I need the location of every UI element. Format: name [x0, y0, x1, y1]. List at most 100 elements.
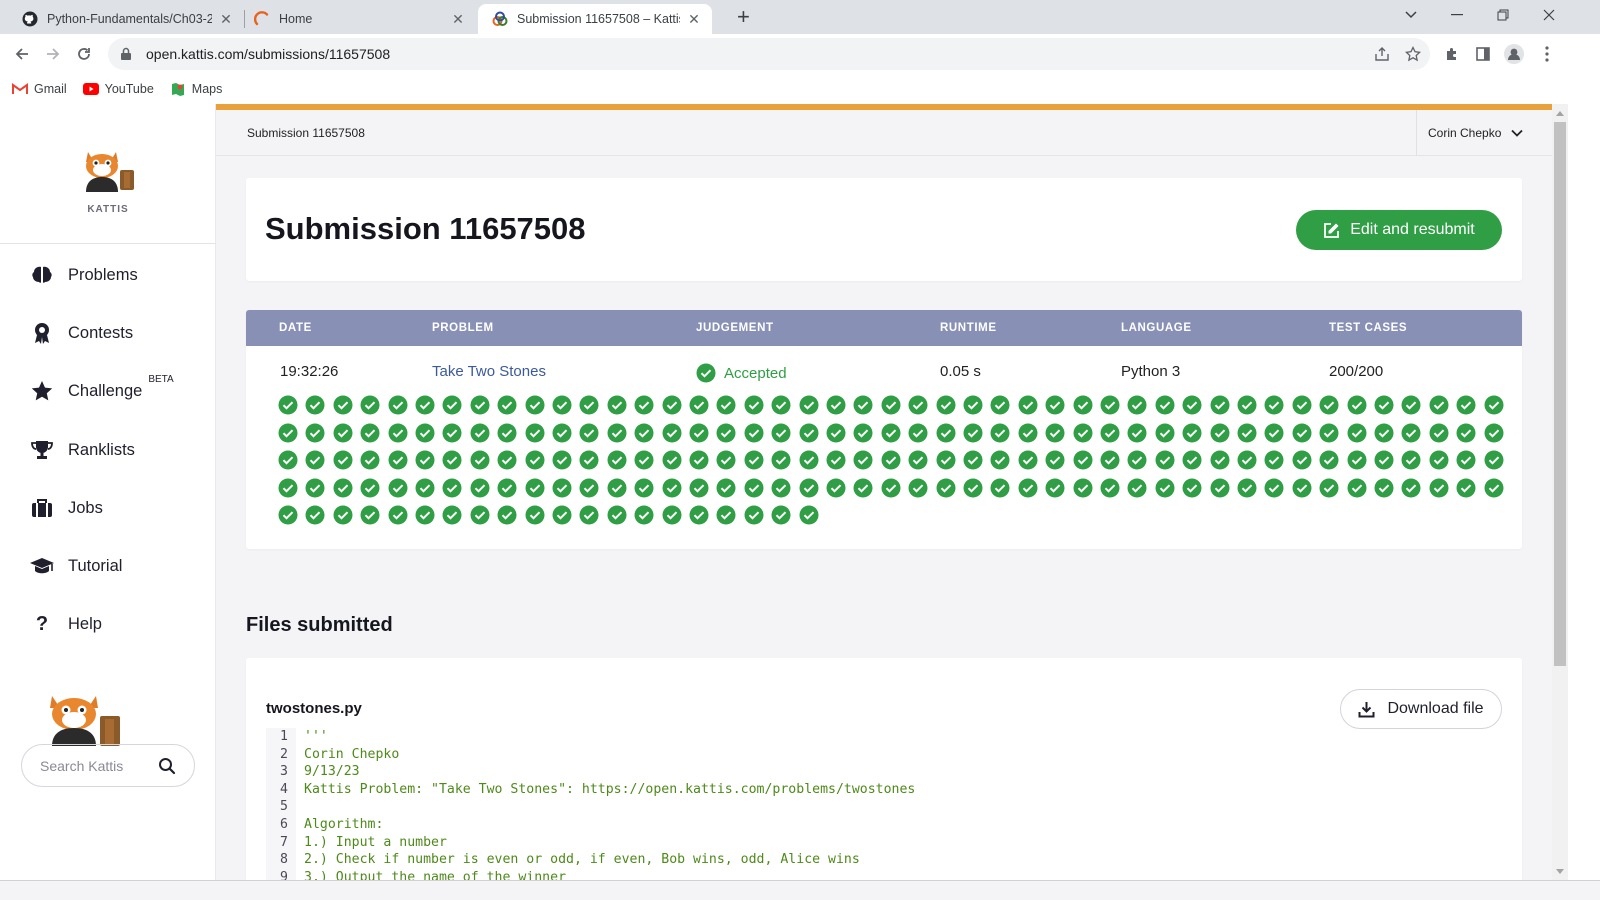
test-case-check-icon[interactable]: [963, 478, 983, 498]
test-case-check-icon[interactable]: [1210, 450, 1230, 470]
test-case-check-icon[interactable]: [442, 478, 462, 498]
test-case-check-icon[interactable]: [1429, 450, 1449, 470]
test-case-check-icon[interactable]: [360, 478, 380, 498]
test-case-check-icon[interactable]: [525, 395, 545, 415]
test-case-check-icon[interactable]: [689, 478, 709, 498]
nav-challenge[interactable]: Challenge BETA: [30, 374, 174, 406]
test-case-check-icon[interactable]: [1264, 395, 1284, 415]
search-input[interactable]: [40, 757, 150, 774]
test-case-check-icon[interactable]: [634, 478, 654, 498]
test-case-check-icon[interactable]: [1100, 395, 1120, 415]
test-case-check-icon[interactable]: [826, 395, 846, 415]
test-case-check-icon[interactable]: [1182, 450, 1202, 470]
test-case-check-icon[interactable]: [1401, 478, 1421, 498]
test-case-check-icon[interactable]: [415, 478, 435, 498]
test-case-check-icon[interactable]: [1484, 450, 1504, 470]
test-case-check-icon[interactable]: [771, 450, 791, 470]
test-case-check-icon[interactable]: [1210, 478, 1230, 498]
test-case-check-icon[interactable]: [1018, 450, 1038, 470]
test-case-check-icon[interactable]: [1127, 423, 1147, 443]
scrollbar-thumb[interactable]: [1554, 122, 1566, 666]
test-case-check-icon[interactable]: [1319, 395, 1339, 415]
test-case-check-icon[interactable]: [388, 478, 408, 498]
test-case-check-icon[interactable]: [963, 423, 983, 443]
close-icon[interactable]: ✕: [686, 11, 702, 27]
address-bar[interactable]: open.kattis.com/submissions/11657508: [108, 38, 1430, 70]
test-case-check-icon[interactable]: [1100, 423, 1120, 443]
test-case-check-icon[interactable]: [388, 450, 408, 470]
test-case-check-icon[interactable]: [908, 478, 928, 498]
test-case-check-icon[interactable]: [1456, 395, 1476, 415]
test-case-check-icon[interactable]: [442, 505, 462, 525]
test-case-check-icon[interactable]: [1374, 423, 1394, 443]
test-case-check-icon[interactable]: [470, 423, 490, 443]
test-case-check-icon[interactable]: [1456, 478, 1476, 498]
scroll-down-arrow-icon[interactable]: [1555, 866, 1565, 876]
test-case-check-icon[interactable]: [1182, 478, 1202, 498]
test-case-check-icon[interactable]: [799, 505, 819, 525]
test-case-check-icon[interactable]: [936, 478, 956, 498]
test-case-check-icon[interactable]: [388, 505, 408, 525]
test-case-check-icon[interactable]: [1045, 395, 1065, 415]
test-case-check-icon[interactable]: [305, 395, 325, 415]
test-case-check-icon[interactable]: [607, 450, 627, 470]
test-case-check-icon[interactable]: [1347, 478, 1367, 498]
test-case-check-icon[interactable]: [579, 423, 599, 443]
test-case-check-icon[interactable]: [1319, 423, 1339, 443]
test-case-check-icon[interactable]: [771, 478, 791, 498]
test-case-check-icon[interactable]: [990, 478, 1010, 498]
test-case-check-icon[interactable]: [990, 450, 1010, 470]
test-case-check-icon[interactable]: [1347, 395, 1367, 415]
test-case-check-icon[interactable]: [470, 450, 490, 470]
test-case-check-icon[interactable]: [278, 478, 298, 498]
test-case-check-icon[interactable]: [662, 423, 682, 443]
bookmark-star-icon[interactable]: [1402, 43, 1424, 65]
test-case-check-icon[interactable]: [744, 505, 764, 525]
test-case-check-icon[interactable]: [1484, 478, 1504, 498]
test-case-check-icon[interactable]: [744, 450, 764, 470]
restore-icon[interactable]: [1480, 0, 1526, 30]
test-case-check-icon[interactable]: [716, 450, 736, 470]
menu-dots-icon[interactable]: [1536, 43, 1558, 65]
test-case-check-icon[interactable]: [278, 450, 298, 470]
test-case-check-icon[interactable]: [470, 478, 490, 498]
nav-help[interactable]: ? Help: [30, 609, 102, 639]
test-case-check-icon[interactable]: [1319, 478, 1339, 498]
test-case-check-icon[interactable]: [1237, 478, 1257, 498]
test-case-check-icon[interactable]: [716, 395, 736, 415]
download-file-button[interactable]: Download file: [1340, 689, 1502, 729]
test-case-check-icon[interactable]: [497, 423, 517, 443]
test-case-check-icon[interactable]: [442, 423, 462, 443]
test-case-check-icon[interactable]: [1210, 395, 1230, 415]
test-case-check-icon[interactable]: [771, 395, 791, 415]
test-case-check-icon[interactable]: [388, 423, 408, 443]
test-case-check-icon[interactable]: [497, 505, 517, 525]
test-case-check-icon[interactable]: [552, 450, 572, 470]
test-case-check-icon[interactable]: [853, 450, 873, 470]
user-menu[interactable]: Corin Chepko: [1416, 110, 1552, 156]
test-case-check-icon[interactable]: [415, 505, 435, 525]
test-case-check-icon[interactable]: [853, 395, 873, 415]
test-case-check-icon[interactable]: [1127, 395, 1147, 415]
test-case-check-icon[interactable]: [963, 395, 983, 415]
tab-search-icon[interactable]: [1388, 0, 1434, 30]
test-case-check-icon[interactable]: [990, 395, 1010, 415]
test-case-check-icon[interactable]: [826, 423, 846, 443]
test-case-check-icon[interactable]: [936, 450, 956, 470]
test-case-check-icon[interactable]: [1347, 423, 1367, 443]
test-case-check-icon[interactable]: [1182, 423, 1202, 443]
test-case-check-icon[interactable]: [415, 395, 435, 415]
search-box[interactable]: [21, 744, 195, 787]
close-icon[interactable]: ✕: [450, 11, 466, 27]
test-case-check-icon[interactable]: [1374, 478, 1394, 498]
test-case-check-icon[interactable]: [415, 450, 435, 470]
test-case-check-icon[interactable]: [552, 478, 572, 498]
test-case-check-icon[interactable]: [799, 478, 819, 498]
test-case-check-icon[interactable]: [799, 423, 819, 443]
test-case-check-icon[interactable]: [634, 395, 654, 415]
test-case-check-icon[interactable]: [360, 395, 380, 415]
test-case-check-icon[interactable]: [1429, 478, 1449, 498]
close-icon[interactable]: ✕: [218, 11, 234, 27]
test-case-check-icon[interactable]: [1264, 450, 1284, 470]
test-case-check-icon[interactable]: [716, 478, 736, 498]
